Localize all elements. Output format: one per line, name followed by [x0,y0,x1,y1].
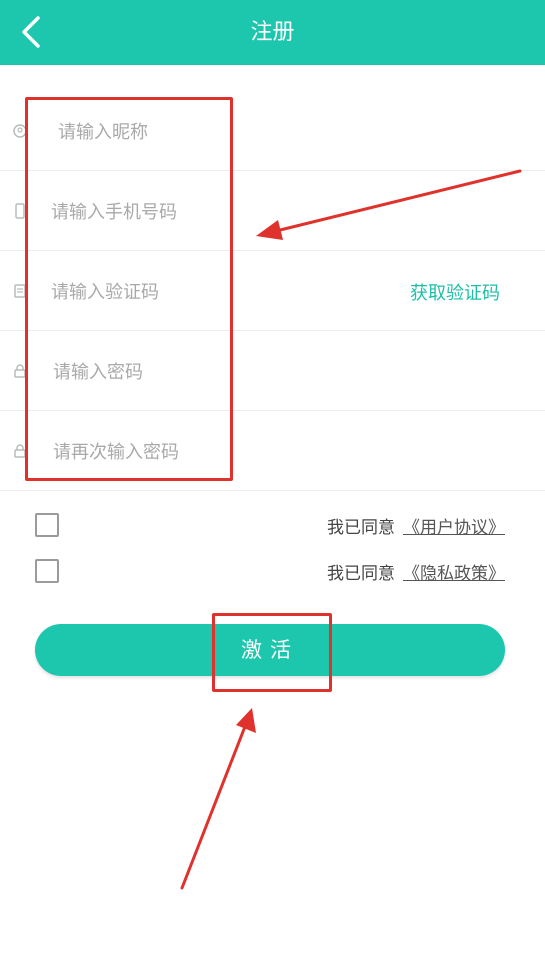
password-confirm-input[interactable] [51,431,355,473]
user-agreement-link[interactable]: 《用户协议》 [403,518,505,538]
phone-input[interactable] [49,191,353,233]
agreement-prefix: 我已同意 [327,518,395,538]
password-confirm-row [0,411,545,491]
verification-code-input[interactable] [49,271,333,313]
password-input[interactable] [51,351,355,393]
code-row: 获取验证码 [0,251,545,331]
agreement-prefix: 我已同意 [327,564,395,584]
privacy-policy-checkbox[interactable] [35,559,59,583]
phone-icon [15,203,25,219]
privacy-policy-row: 我已同意 《隐私政策》 [0,553,545,593]
app-header: 注册 [0,0,545,65]
lock-icon [14,444,26,458]
activate-button[interactable]: 激活 [35,624,505,676]
annotation-arrow-button [180,708,256,890]
user-agreement-text: 我已同意 《用户协议》 [327,513,505,538]
page-title: 注册 [250,20,295,45]
password-row [0,331,545,411]
privacy-policy-text: 我已同意 《隐私政策》 [327,559,505,584]
user-agreement-checkbox[interactable] [35,513,59,537]
privacy-policy-link[interactable]: 《隐私政策》 [403,564,505,584]
sms-icon [14,284,26,298]
lock-icon [14,364,26,378]
nickname-input[interactable] [56,111,360,153]
nickname-row [0,91,545,171]
user-agreement-row: 我已同意 《用户协议》 [0,507,545,547]
phone-row [0,171,545,251]
get-code-button[interactable]: 获取验证码 [410,279,500,305]
user-icon [13,124,27,138]
